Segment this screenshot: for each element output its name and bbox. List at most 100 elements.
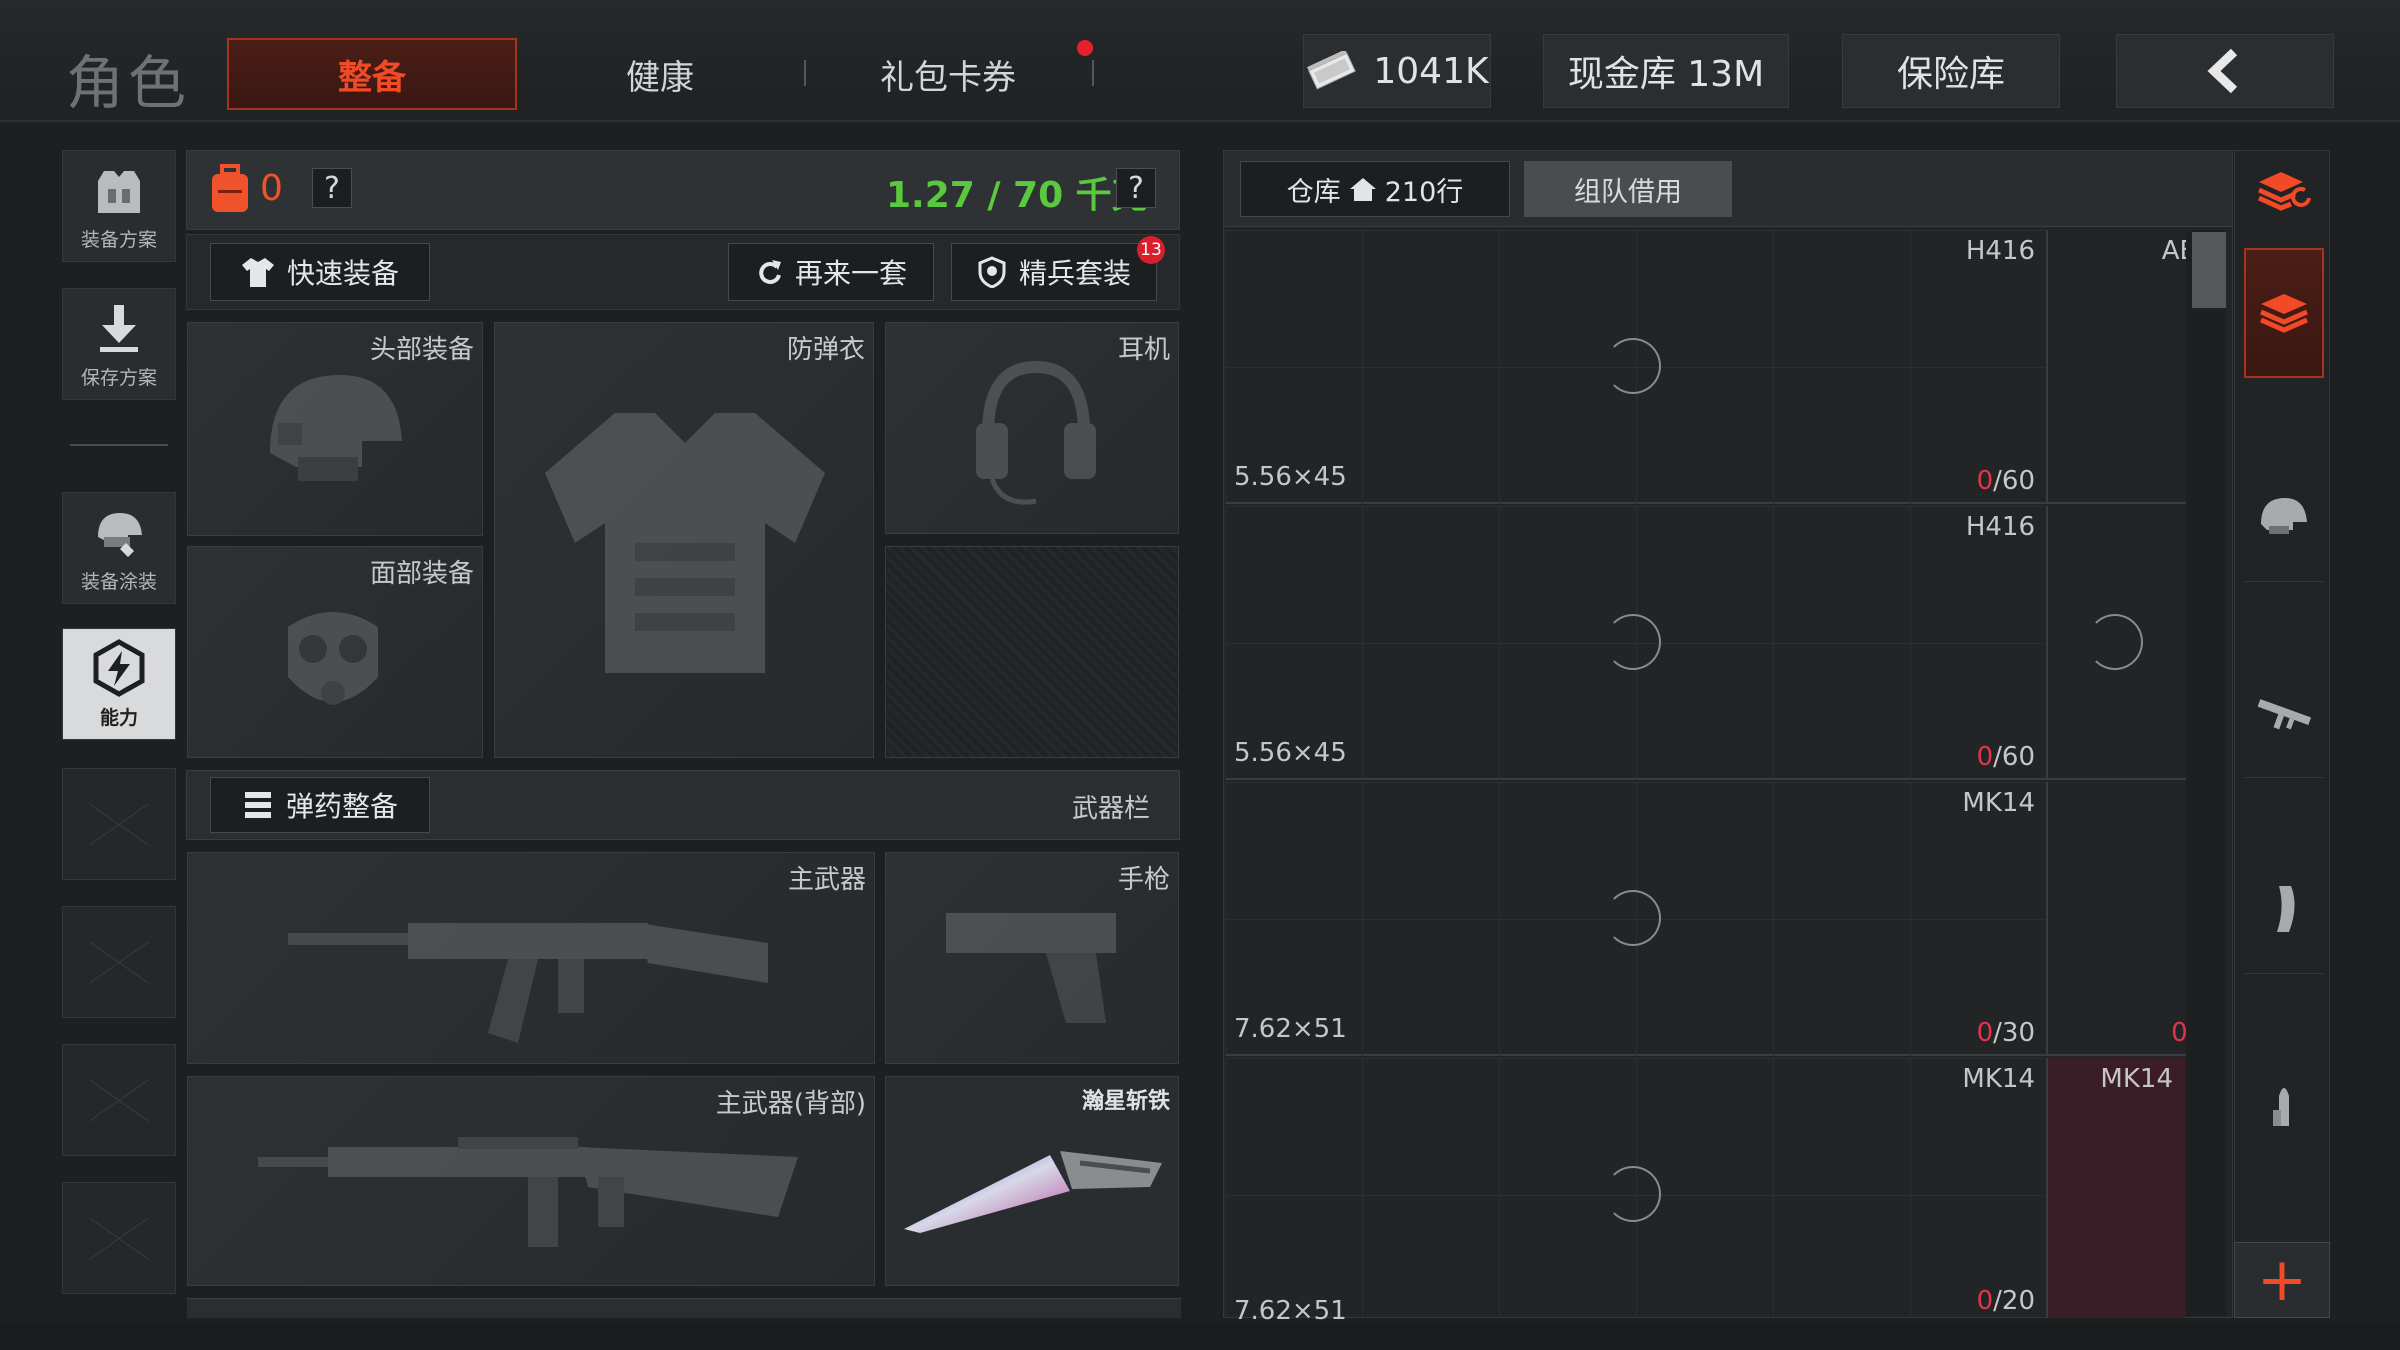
column-separator bbox=[2046, 1058, 2048, 1318]
slot-face-gear[interactable]: 面部装备 bbox=[187, 546, 483, 758]
help-icon[interactable]: ? bbox=[1116, 168, 1156, 208]
category-all[interactable] bbox=[2244, 126, 2324, 256]
sidebar-divider bbox=[70, 444, 168, 446]
weapon-bar-label: 武器栏 bbox=[1072, 794, 1151, 824]
slot-label: 防弹衣 bbox=[786, 335, 865, 365]
category-stacked[interactable] bbox=[2244, 248, 2324, 378]
shield-icon bbox=[978, 256, 1006, 288]
back-button[interactable] bbox=[2116, 34, 2334, 108]
slot-headset[interactable]: 耳机 bbox=[885, 322, 1179, 534]
category-helmet[interactable] bbox=[2244, 452, 2324, 582]
side-weapon-name: MK14 bbox=[2100, 1064, 2173, 1094]
slot-label: 面部装备 bbox=[369, 559, 474, 589]
warehouse-row: MK14 7.62×51 0/30 0/0 bbox=[1225, 782, 2225, 1056]
download-icon bbox=[100, 304, 138, 352]
sidebar-empty-slot bbox=[62, 1182, 176, 1294]
slot-primary-weapon-back[interactable]: 主武器(背部) bbox=[187, 1076, 875, 1286]
help-icon[interactable]: ? bbox=[312, 168, 352, 208]
category-magazine[interactable] bbox=[2244, 844, 2324, 974]
knife-icon bbox=[904, 1151, 1162, 1233]
tab-separator bbox=[1092, 60, 1094, 86]
tab-warehouse[interactable]: 仓库 210行 bbox=[1240, 161, 1510, 217]
house-icon bbox=[1349, 178, 1376, 201]
plus-icon: + bbox=[2256, 1245, 2308, 1315]
tab-health[interactable]: 健康 bbox=[515, 38, 805, 110]
spinner-icon bbox=[1605, 890, 1661, 946]
refresh-icon bbox=[759, 260, 781, 284]
rifle-icon bbox=[288, 923, 768, 1043]
bottom-strip bbox=[0, 1322, 2400, 1350]
ammo-count: 0/60 bbox=[1977, 742, 2035, 772]
slot-melee[interactable]: 瀚星斩铁 bbox=[885, 1076, 1179, 1286]
bag-count: 0 bbox=[260, 168, 283, 209]
shirt-icon bbox=[241, 258, 274, 287]
slot-label: 头部装备 bbox=[369, 335, 474, 365]
slot-label: 主武器 bbox=[787, 865, 866, 895]
slot-label: 主武器(背部) bbox=[715, 1089, 866, 1119]
slot-pistol[interactable]: 手枪 bbox=[885, 852, 1179, 1064]
weapon-caliber: 5.56×45 bbox=[1234, 738, 1347, 768]
ammo-loaded: 0 bbox=[1976, 466, 1994, 496]
warehouse-row: H416 AEK 5.56×45 0/60 bbox=[1225, 230, 2225, 504]
warehouse-scrollbar[interactable] bbox=[2186, 230, 2226, 1316]
vest-icon bbox=[98, 170, 140, 213]
ammo-prep-label: 弹药整备 bbox=[285, 790, 398, 823]
pistol-icon bbox=[946, 913, 1116, 1023]
sidebar-item-loadout-plan[interactable]: 装备方案 bbox=[62, 150, 176, 262]
quick-equip-button[interactable]: 快速装备 bbox=[210, 243, 430, 301]
money-value: 1041K bbox=[1373, 50, 1489, 92]
ability-icon bbox=[93, 638, 145, 697]
tab-gift-coupons[interactable]: 礼包卡券 bbox=[803, 38, 1093, 110]
add-button[interactable]: + bbox=[2234, 1242, 2330, 1318]
slot-primary-weapon[interactable]: 主武器 bbox=[187, 852, 875, 1064]
ammo-capacity: /60 bbox=[1993, 742, 2035, 772]
money-display: 1041K bbox=[1303, 34, 1491, 108]
helmet-icon bbox=[2261, 497, 2307, 534]
spinner-icon bbox=[1605, 614, 1661, 670]
repeat-set-button[interactable]: 再来一套 bbox=[728, 243, 934, 301]
notification-dot bbox=[1077, 40, 1093, 56]
slot-head-gear[interactable]: 头部装备 bbox=[187, 322, 483, 536]
ammo-icon bbox=[244, 792, 271, 818]
weapon-caliber: 5.56×45 bbox=[1234, 462, 1347, 492]
category-rifle[interactable] bbox=[2244, 648, 2324, 778]
slot-label: 瀚星斩铁 bbox=[1081, 1089, 1170, 1114]
column-separator bbox=[2046, 230, 2048, 504]
category-ammo[interactable] bbox=[2244, 1040, 2324, 1170]
ammo-loaded: 0 bbox=[1976, 742, 1994, 772]
scrollbar-thumb[interactable] bbox=[2192, 232, 2226, 308]
sidebar-item-label: 装备方案 bbox=[80, 228, 157, 251]
safe-vault-button[interactable]: 保险库 bbox=[1842, 34, 2060, 108]
rifle-icon bbox=[258, 1137, 798, 1247]
weapon-name: H416 bbox=[1965, 236, 2035, 266]
quick-equip-label: 快速装备 bbox=[286, 257, 399, 290]
ammo-loaded: 0 bbox=[1976, 1018, 1994, 1048]
ammo-prep-button[interactable]: 弹药整备 bbox=[210, 777, 430, 833]
sidebar-item-ability[interactable]: 能力 bbox=[62, 628, 176, 740]
cash-vault-button[interactable]: 现金库 13M bbox=[1543, 34, 1789, 108]
repeat-set-label: 再来一套 bbox=[794, 257, 907, 290]
ammo-count: 0/20 bbox=[1977, 1286, 2035, 1316]
elite-set-button[interactable]: 精兵套装 bbox=[951, 243, 1157, 301]
warehouse-row: MK14 MK14 7.62×51 0/20 bbox=[1225, 1058, 2225, 1326]
backpack-icon bbox=[208, 164, 252, 218]
elite-set-label: 精兵套装 bbox=[1018, 257, 1131, 290]
page-title: 角色 bbox=[66, 49, 191, 117]
equipment-bottom-edge bbox=[187, 1298, 1181, 1318]
elite-set-badge: 13 bbox=[1137, 236, 1165, 264]
slot-body-armor[interactable]: 防弹衣 bbox=[494, 322, 874, 758]
sidebar-item-save-plan[interactable]: 保存方案 bbox=[62, 288, 176, 400]
layers-icon bbox=[2257, 172, 2311, 211]
sidebar-item-label: 能力 bbox=[99, 706, 138, 729]
sidebar-empty-slot bbox=[62, 1044, 176, 1156]
sidebar-item-equipment-skin[interactable]: 装备涂装 bbox=[62, 492, 176, 604]
weight-value: 1.27 / 70 千克 bbox=[886, 175, 1148, 216]
ammo-capacity: /30 bbox=[1993, 1018, 2035, 1048]
tab-team-borrow[interactable]: 组队借用 bbox=[1524, 161, 1732, 217]
weapon-name: MK14 bbox=[1962, 788, 2035, 818]
tab-equip[interactable]: 整备 bbox=[227, 38, 517, 110]
weapon-caliber: 7.62×51 bbox=[1234, 1014, 1347, 1044]
selected-item-cell[interactable] bbox=[2048, 1058, 2185, 1318]
warehouse-tab-label: 仓库 bbox=[1286, 176, 1341, 208]
magazine-icon bbox=[2277, 885, 2295, 932]
